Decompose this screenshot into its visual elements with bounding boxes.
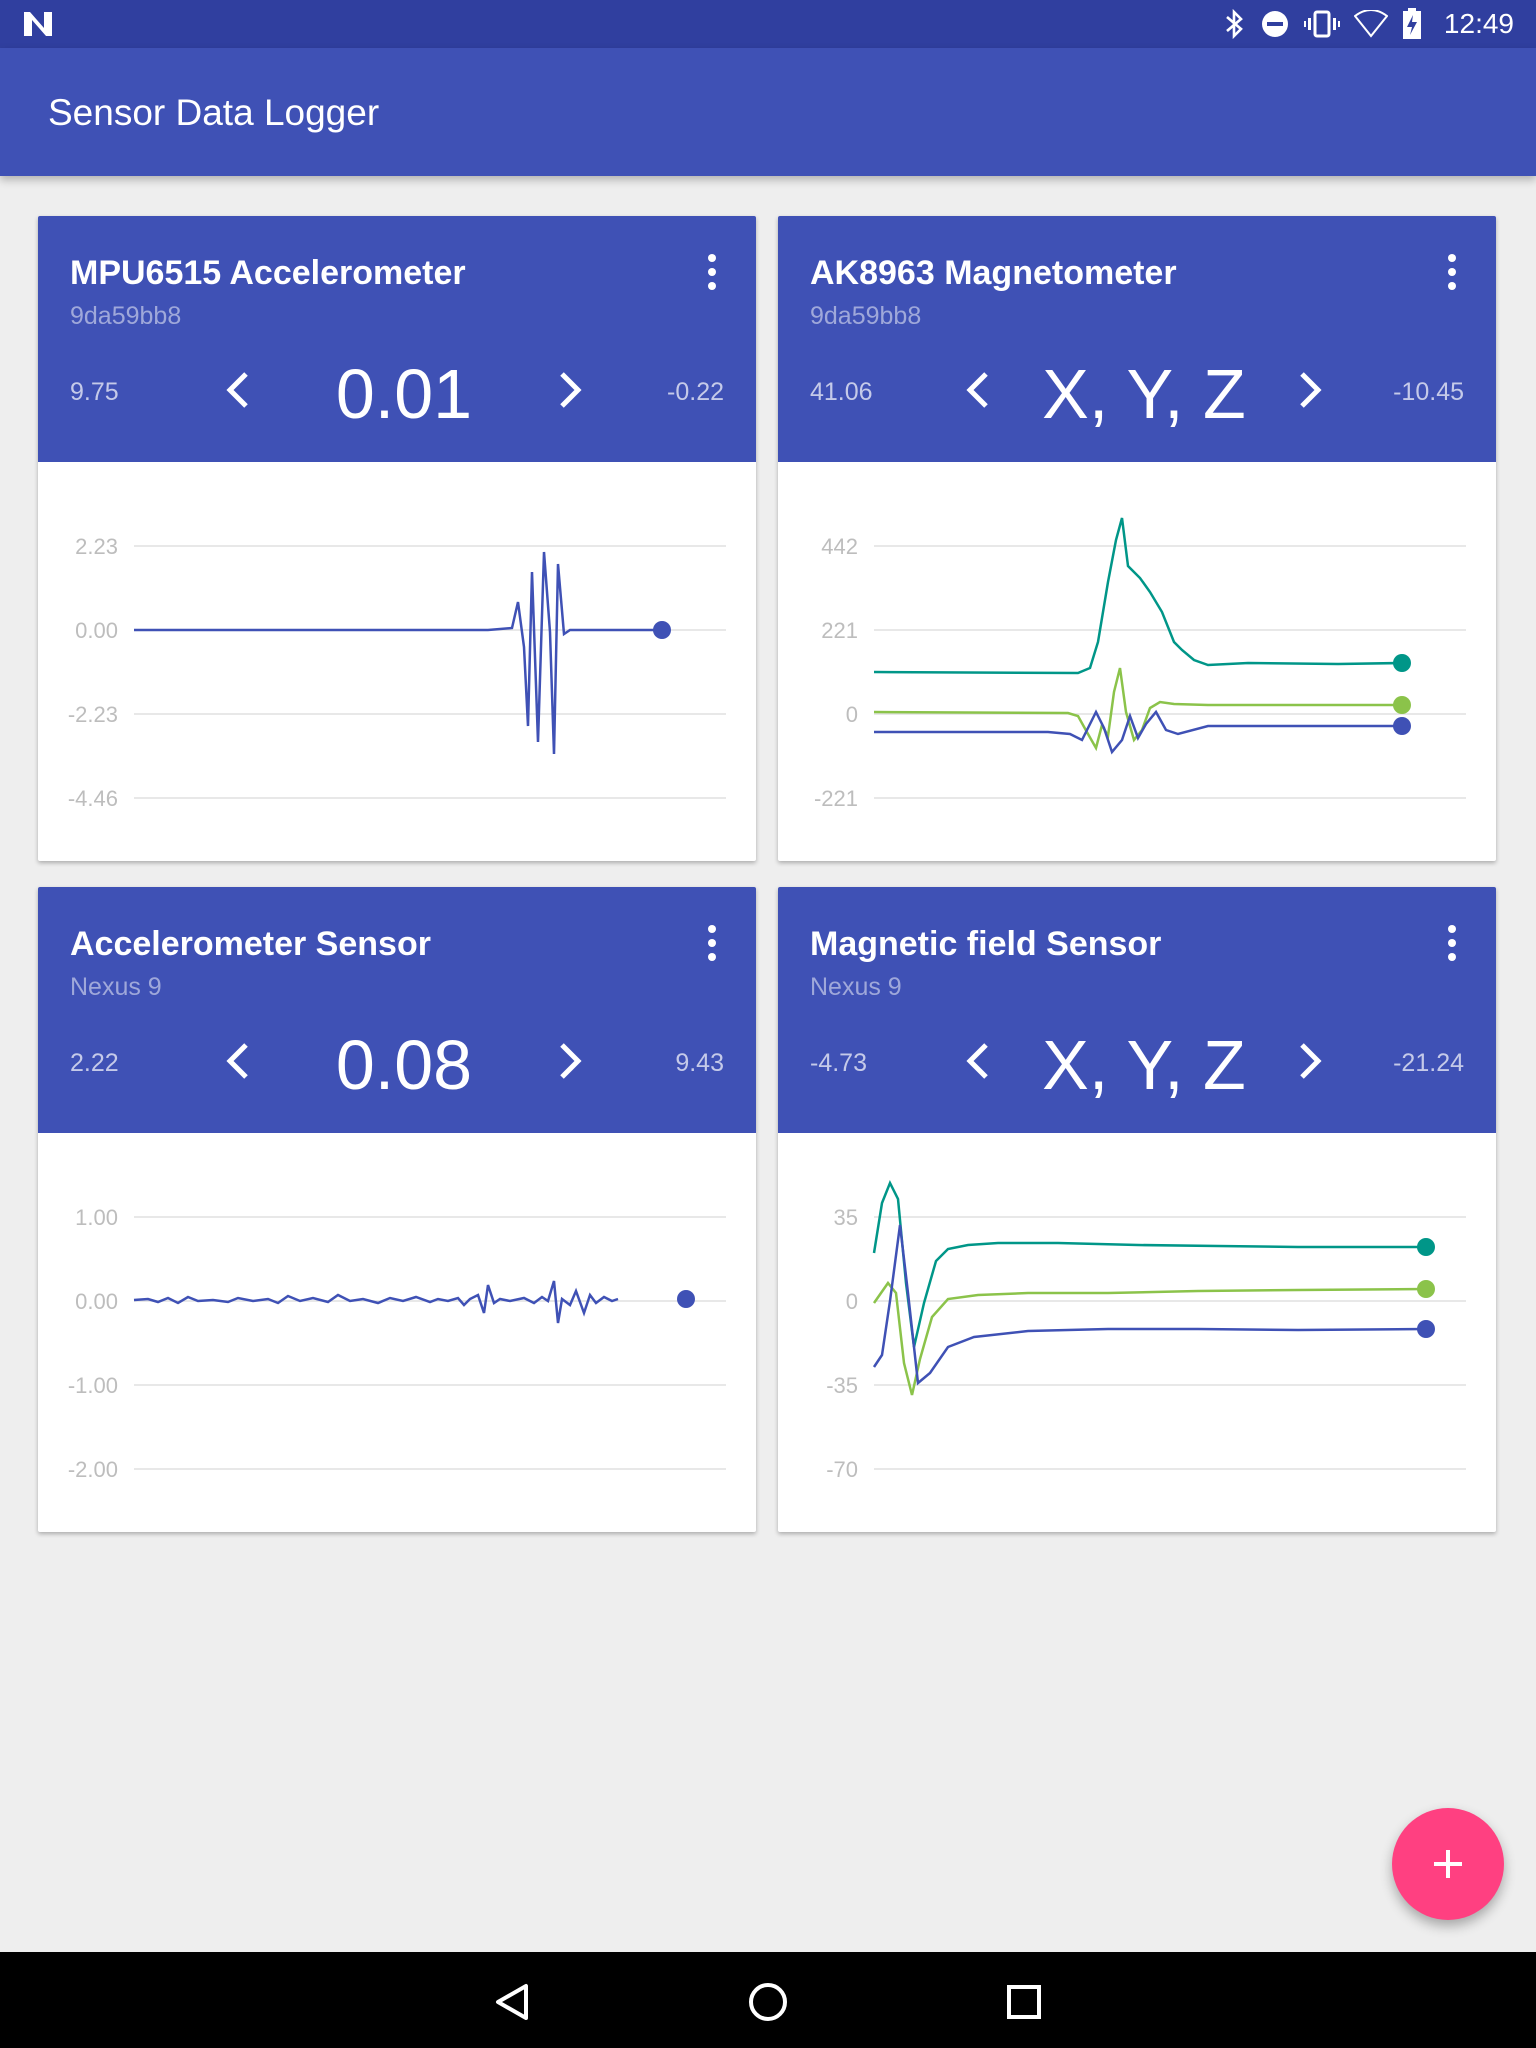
series-line-x — [874, 709, 1402, 755]
series-endpoint-x — [1417, 1320, 1435, 1338]
card-header: Accelerometer Sensor Nexus 9 2.22 0.08 9… — [38, 887, 756, 1133]
sensor-device-id: 9da59bb8 — [810, 302, 922, 330]
axis-label: 0.00 — [75, 618, 118, 643]
wifi-icon — [1353, 10, 1388, 38]
sensor-chart: 2.23 0.00 -2.23 -4.46 — [38, 462, 756, 861]
series-line-x — [872, 1224, 1427, 1386]
axis-label: -1.00 — [68, 1373, 118, 1398]
notification-n-icon — [24, 12, 52, 36]
series-line-z — [872, 1179, 1426, 1348]
more-vert-icon[interactable] — [1436, 923, 1468, 963]
sensor-device-id: 9da59bb8 — [70, 302, 182, 330]
card-header: Magnetic field Sensor Nexus 9 -4.73 X, Y… — [778, 887, 1496, 1133]
sensor-title: AK8963 Magnetometer — [810, 254, 1177, 292]
sensor-chart: 1.00 0.00 -1.00 -2.00 — [38, 1133, 756, 1532]
back-icon[interactable] — [490, 1980, 534, 2024]
chevron-right-icon[interactable] — [550, 1037, 590, 1085]
bluetooth-icon — [1226, 8, 1243, 40]
series-endpoint-x — [1393, 717, 1411, 735]
series-endpoint-z — [1417, 1238, 1435, 1256]
axis-label: 0.00 — [75, 1289, 118, 1314]
add-button[interactable] — [1392, 1808, 1504, 1920]
vibrate-icon — [1303, 10, 1340, 38]
max-value: 9.43 — [675, 1049, 724, 1077]
chevron-right-icon[interactable] — [1290, 1037, 1330, 1085]
min-value: 9.75 — [70, 378, 119, 406]
min-value: -4.73 — [810, 1049, 867, 1077]
sensor-title: Accelerometer Sensor — [70, 925, 431, 963]
series-endpoint — [677, 1290, 695, 1308]
sensor-card[interactable]: MPU6515 Accelerometer 9da59bb8 9.75 0.01… — [38, 216, 756, 861]
chevron-right-icon[interactable] — [1290, 366, 1330, 414]
min-value: 2.22 — [70, 1049, 119, 1077]
axis-label: 35 — [834, 1205, 858, 1230]
chevron-left-icon[interactable] — [958, 366, 998, 414]
series-line — [134, 551, 662, 755]
card-header: AK8963 Magnetometer 9da59bb8 41.06 X, Y,… — [778, 216, 1496, 462]
more-vert-icon[interactable] — [1436, 252, 1468, 292]
axis-label: -70 — [826, 1457, 858, 1482]
sensor-card[interactable]: Accelerometer Sensor Nexus 9 2.22 0.08 9… — [38, 887, 756, 1532]
clock: 12:49 — [1443, 8, 1514, 39]
more-vert-icon[interactable] — [696, 923, 728, 963]
app-bar: Sensor Data Logger — [0, 48, 1536, 176]
sensor-device-name: Nexus 9 — [810, 973, 902, 1001]
axis-label: -221 — [814, 786, 858, 811]
sensor-chart: 35 0 -35 -70 — [778, 1133, 1496, 1532]
min-value: 41.06 — [810, 378, 873, 406]
current-value: 0.01 — [335, 355, 473, 433]
add-icon — [1434, 1850, 1462, 1878]
sensor-chart: 442 221 0 -221 — [778, 462, 1496, 861]
sensor-card[interactable]: Magnetic field Sensor Nexus 9 -4.73 X, Y… — [778, 887, 1496, 1532]
battery-icon — [1402, 8, 1421, 39]
home-icon[interactable] — [746, 1980, 790, 2024]
chevron-right-icon[interactable] — [550, 366, 590, 414]
app-title: Sensor Data Logger — [48, 92, 380, 133]
axis-label: -35 — [826, 1373, 858, 1398]
max-value: -0.22 — [667, 378, 724, 406]
current-value: 0.08 — [335, 1026, 473, 1104]
axis-label: -4.46 — [68, 786, 118, 811]
sensor-card[interactable]: AK8963 Magnetometer 9da59bb8 41.06 X, Y,… — [778, 216, 1496, 861]
series-line — [133, 1280, 619, 1324]
card-header: MPU6515 Accelerometer 9da59bb8 9.75 0.01… — [38, 216, 756, 462]
current-value: X, Y, Z — [1042, 355, 1246, 433]
recents-icon[interactable] — [1002, 1980, 1046, 2024]
chevron-left-icon[interactable] — [218, 366, 258, 414]
axis-label: 0 — [846, 702, 858, 727]
sensor-device-name: Nexus 9 — [70, 973, 162, 1001]
series-endpoint-y — [1393, 696, 1411, 714]
system-navigation-bar — [0, 1952, 1536, 2048]
max-value: -10.45 — [1393, 378, 1464, 406]
series-line-z — [873, 517, 1403, 675]
more-vert-icon[interactable] — [696, 252, 728, 292]
sensor-title: MPU6515 Accelerometer — [70, 254, 466, 292]
axis-label: 221 — [821, 618, 858, 643]
axis-label: 442 — [821, 534, 858, 559]
chevron-left-icon[interactable] — [958, 1037, 998, 1085]
series-endpoint-y — [1417, 1280, 1435, 1298]
series-endpoint-z — [1393, 654, 1411, 672]
max-value: -21.24 — [1393, 1049, 1464, 1077]
series-endpoint — [653, 621, 671, 639]
axis-label: -2.23 — [68, 702, 118, 727]
axis-label: 2.23 — [75, 534, 118, 559]
status-bar: 12:49 — [0, 0, 1536, 48]
do-not-disturb-icon — [1261, 11, 1288, 37]
chevron-left-icon[interactable] — [218, 1037, 258, 1085]
series-line-y — [872, 1280, 1427, 1396]
current-value: X, Y, Z — [1042, 1026, 1246, 1104]
axis-label: -2.00 — [68, 1457, 118, 1482]
sensor-title: Magnetic field Sensor — [810, 925, 1162, 963]
axis-label: 0 — [846, 1289, 858, 1314]
axis-label: 1.00 — [75, 1205, 118, 1230]
